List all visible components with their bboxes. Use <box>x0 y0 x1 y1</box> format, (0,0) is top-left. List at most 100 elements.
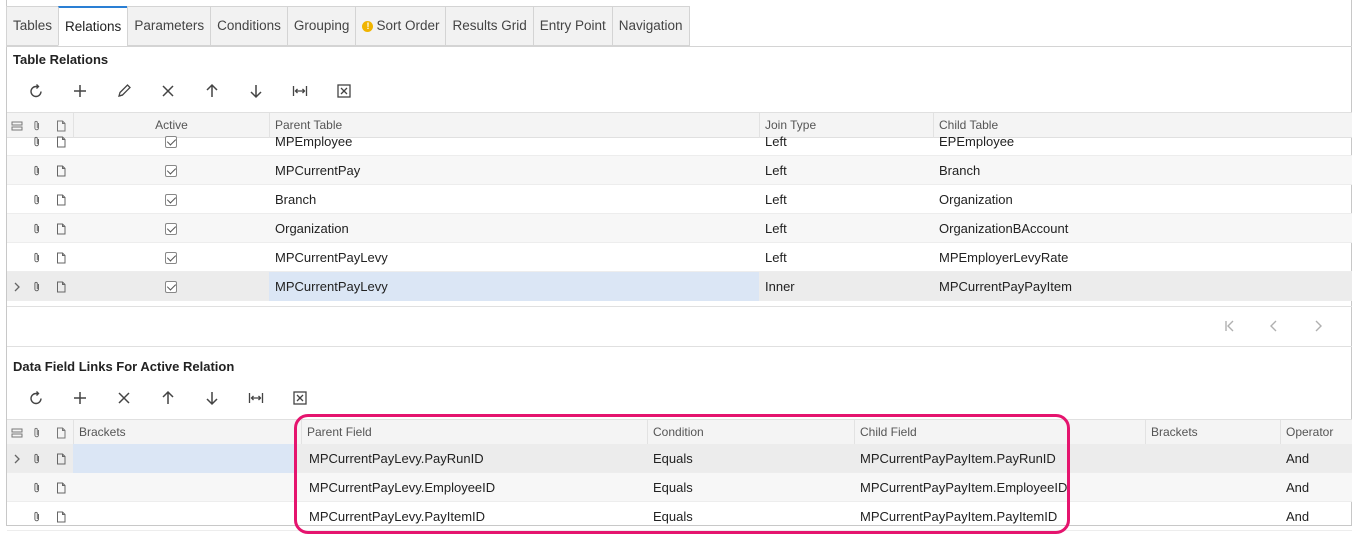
join-type-cell[interactable]: Left <box>759 243 933 272</box>
child-table-cell[interactable]: EPEmployee <box>933 127 1352 156</box>
links-row[interactable]: MPCurrentPayLevy.PayRunID Equals MPCurrent… <box>7 444 1352 473</box>
links-move-down-button[interactable] <box>190 384 234 412</box>
brackets-close-cell[interactable] <box>1145 502 1280 531</box>
relations-move-up-button[interactable] <box>190 77 234 105</box>
next-page-button[interactable] <box>1296 314 1340 338</box>
child-table-cell[interactable]: MPCurrentPayPayItem <box>933 272 1352 301</box>
child-table-cell[interactable]: Branch <box>933 156 1352 185</box>
child-field-cell[interactable]: MPCurrentPayPayItem.PayRunID <box>854 444 1145 473</box>
relations-row[interactable]: MPCurrentPay Left Branch <box>7 156 1352 185</box>
parent-table-cell[interactable]: MPCurrentPay <box>269 156 759 185</box>
active-cell[interactable] <box>73 243 269 272</box>
active-cell[interactable] <box>73 214 269 243</box>
parent-field-cell[interactable]: MPCurrentPayLevy.PayItemID <box>303 502 647 531</box>
note-icon[interactable] <box>51 243 71 272</box>
attachment-icon[interactable] <box>27 214 47 243</box>
child-field-cell[interactable]: MPCurrentPayPayItem.EmployeeID <box>854 473 1145 502</box>
tab-results-grid[interactable]: Results Grid <box>445 6 533 46</box>
child-table-cell[interactable]: Organization <box>933 185 1352 214</box>
child-table-cell[interactable]: OrganizationBAccount <box>933 214 1352 243</box>
join-type-cell[interactable]: Left <box>759 156 933 185</box>
col-operator[interactable]: Operator <box>1280 420 1352 445</box>
tab-grouping[interactable]: Grouping <box>286 6 356 46</box>
join-type-cell[interactable]: Left <box>759 214 933 243</box>
operator-cell[interactable]: And <box>1280 473 1352 502</box>
relations-row[interactable]: MPCurrentPayLevy Left MPEmployerLevyRate <box>7 243 1352 272</box>
active-checkbox[interactable] <box>165 135 177 148</box>
condition-cell[interactable]: Equals <box>647 444 854 473</box>
active-checkbox[interactable] <box>165 222 177 235</box>
tab-sort-order[interactable]: ! Sort Order <box>355 6 446 46</box>
attachment-icon[interactable] <box>27 127 47 156</box>
tab-conditions[interactable]: Conditions <box>210 6 287 46</box>
parent-table-cell[interactable]: MPCurrentPayLevy <box>269 272 759 301</box>
current-row-chevron-icon[interactable] <box>7 444 27 473</box>
attachment-icon[interactable] <box>27 185 47 214</box>
condition-cell[interactable]: Equals <box>647 473 854 502</box>
first-page-button[interactable] <box>1208 314 1252 338</box>
row-selector[interactable] <box>7 127 27 156</box>
active-checkbox[interactable] <box>165 193 177 206</box>
row-selector[interactable] <box>7 502 27 531</box>
tab-navigation[interactable]: Navigation <box>611 6 690 46</box>
active-cell[interactable] <box>73 185 269 214</box>
active-cell[interactable] <box>73 272 269 301</box>
brackets-open-cell[interactable] <box>73 502 295 531</box>
relations-edit-button[interactable] <box>102 77 146 105</box>
row-selector[interactable] <box>7 473 27 502</box>
parent-table-cell[interactable]: Branch <box>269 185 759 214</box>
attachment-icon[interactable] <box>27 156 47 185</box>
note-icon[interactable] <box>51 127 71 156</box>
active-checkbox[interactable] <box>165 251 177 264</box>
row-selector[interactable] <box>7 156 27 185</box>
row-selector[interactable] <box>7 214 27 243</box>
attachment-icon[interactable] <box>27 444 47 473</box>
relations-row[interactable]: MPCurrentPayLevy Inner MPCurrentPayPayItem <box>7 272 1352 301</box>
parent-table-cell[interactable]: Organization <box>269 214 759 243</box>
active-checkbox[interactable] <box>165 164 177 177</box>
child-field-cell[interactable]: MPCurrentPayPayItem.PayItemID <box>854 502 1145 531</box>
active-cell[interactable] <box>73 127 269 156</box>
note-icon[interactable] <box>51 185 71 214</box>
brackets-close-cell[interactable] <box>1145 473 1280 502</box>
tab-tables[interactable]: Tables <box>6 6 59 46</box>
active-checkbox[interactable] <box>165 280 177 293</box>
attachment-icon[interactable] <box>27 272 47 301</box>
links-export-excel-button[interactable] <box>278 384 322 412</box>
brackets-close-cell[interactable] <box>1145 444 1280 473</box>
brackets-open-cell[interactable] <box>73 444 295 473</box>
operator-cell[interactable]: And <box>1280 444 1352 473</box>
relations-row[interactable]: Organization Left OrganizationBAccount <box>7 214 1352 243</box>
attachment-icon[interactable] <box>27 473 47 502</box>
attachment-icon[interactable] <box>27 243 47 272</box>
row-selector[interactable] <box>7 185 27 214</box>
note-icon[interactable] <box>51 444 71 473</box>
active-cell[interactable] <box>73 156 269 185</box>
current-row-chevron-icon[interactable] <box>7 272 27 301</box>
links-delete-button[interactable] <box>102 384 146 412</box>
note-icon[interactable] <box>51 502 71 531</box>
note-icon[interactable] <box>51 272 71 301</box>
relations-add-button[interactable] <box>58 77 102 105</box>
prev-page-button[interactable] <box>1252 314 1296 338</box>
tab-entry-point[interactable]: Entry Point <box>532 6 612 46</box>
parent-table-cell[interactable]: MPEmployee <box>269 127 759 156</box>
relations-delete-button[interactable] <box>146 77 190 105</box>
parent-field-cell[interactable]: MPCurrentPayLevy.EmployeeID <box>303 473 647 502</box>
note-icon[interactable] <box>51 214 71 243</box>
links-row[interactable]: MPCurrentPayLevy.EmployeeID Equals MPCurre… <box>7 473 1352 502</box>
links-move-up-button[interactable] <box>146 384 190 412</box>
links-fit-width-button[interactable] <box>234 384 278 412</box>
join-type-cell[interactable]: Inner <box>759 272 933 301</box>
relations-move-down-button[interactable] <box>234 77 278 105</box>
join-type-cell[interactable]: Left <box>759 127 933 156</box>
brackets-open-cell[interactable] <box>73 473 295 502</box>
note-icon[interactable] <box>51 473 71 502</box>
relations-refresh-button[interactable] <box>14 77 58 105</box>
operator-cell[interactable]: And <box>1280 502 1352 531</box>
parent-table-cell[interactable]: MPCurrentPayLevy <box>269 243 759 272</box>
join-type-cell[interactable]: Left <box>759 185 933 214</box>
col-brackets-close[interactable]: Brackets <box>1145 420 1280 445</box>
row-selector[interactable] <box>7 243 27 272</box>
row-selector-header-icon[interactable] <box>7 420 27 445</box>
